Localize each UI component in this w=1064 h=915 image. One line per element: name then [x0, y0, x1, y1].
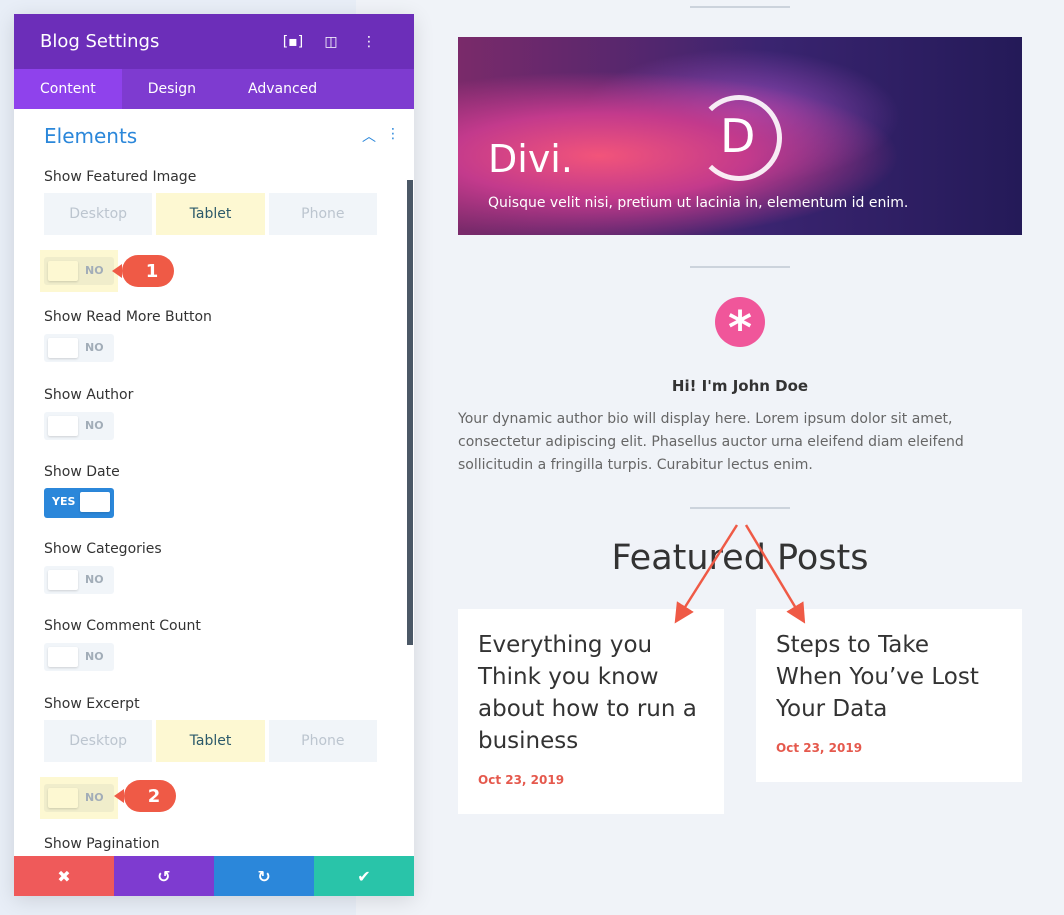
- callout-badge-1: 1: [112, 255, 174, 287]
- device-phone[interactable]: Phone: [268, 720, 377, 762]
- divider: [690, 266, 790, 268]
- tab-design[interactable]: Design: [122, 69, 222, 109]
- post-card[interactable]: Steps to Take When You’ve Lost Your Data…: [756, 609, 1022, 782]
- toggle-date[interactable]: YES: [44, 488, 114, 518]
- discard-button[interactable]: ✖: [14, 856, 114, 896]
- toggle-state: NO: [85, 264, 104, 277]
- device-tabs: Desktop Tablet Phone: [44, 720, 377, 762]
- panel-tabs: Content Design Advanced: [14, 69, 414, 109]
- device-tablet[interactable]: Tablet: [156, 193, 265, 235]
- more-options-icon[interactable]: ⋮: [350, 34, 388, 50]
- setting-label: Show Excerpt: [44, 696, 140, 712]
- highlight: NO: [40, 250, 118, 292]
- toggle-featured-image[interactable]: NO: [44, 257, 114, 285]
- section-options-icon[interactable]: ⋮: [386, 126, 400, 142]
- toggle-state: NO: [85, 791, 104, 804]
- toggle-state: NO: [85, 341, 104, 354]
- blog-settings-panel: Blog Settings [▪] ◫ ⋮ Content Design Adv…: [14, 14, 414, 896]
- toggle-state: NO: [85, 573, 104, 586]
- redo-icon: ↻: [257, 866, 271, 886]
- device-phone[interactable]: Phone: [268, 193, 377, 235]
- divi-logo-icon: D: [720, 109, 756, 163]
- setting-label: Show Pagination: [44, 836, 160, 852]
- device-tabs: Desktop Tablet Phone: [44, 193, 377, 235]
- asterisk-icon: *: [715, 297, 765, 355]
- device-desktop[interactable]: Desktop: [44, 720, 153, 762]
- hero-banner: D Divi. Quisque velit nisi, pretium ut l…: [458, 37, 1022, 235]
- fullscreen-icon[interactable]: [▪]: [274, 34, 312, 50]
- author-name: Hi! I'm John Doe: [671, 377, 809, 395]
- highlight: NO: [40, 777, 118, 819]
- section-title-elements[interactable]: Elements: [44, 124, 137, 148]
- post-title[interactable]: Everything you Think you know about how …: [478, 629, 704, 757]
- setting-label: Show Featured Image: [44, 169, 197, 185]
- panel-header: Blog Settings [▪] ◫ ⋮: [14, 14, 414, 69]
- toggle-author[interactable]: NO: [44, 412, 114, 440]
- divider: [690, 6, 790, 8]
- tab-content[interactable]: Content: [14, 69, 122, 109]
- toggle-read-more[interactable]: NO: [44, 334, 114, 362]
- author-bio: Your dynamic author bio will display her…: [458, 411, 964, 473]
- redo-button[interactable]: ↻: [214, 856, 314, 896]
- callout-badge-2: 2: [114, 780, 176, 812]
- setting-label: Show Date: [44, 464, 120, 480]
- split-view-icon[interactable]: ◫: [312, 34, 350, 50]
- close-icon: ✖: [57, 866, 71, 886]
- annotation-arrows: [674, 524, 806, 624]
- post-title[interactable]: Steps to Take When You’ve Lost Your Data: [776, 629, 1002, 725]
- panel-title: Blog Settings: [40, 31, 160, 52]
- toggle-state: NO: [85, 419, 104, 432]
- device-tablet[interactable]: Tablet: [156, 720, 265, 762]
- post-date: Oct 23, 2019: [776, 741, 863, 755]
- toggle-excerpt[interactable]: NO: [44, 784, 114, 812]
- setting-label: Show Comment Count: [44, 618, 201, 634]
- chevron-up-icon[interactable]: ︿: [362, 126, 376, 146]
- toggle-state: NO: [85, 650, 104, 663]
- hero-title: Divi.: [488, 137, 573, 181]
- undo-icon: ↺: [157, 866, 171, 886]
- hero-subtitle: Quisque velit nisi, pretium ut lacinia i…: [488, 195, 909, 211]
- divider: [690, 507, 790, 509]
- tab-advanced[interactable]: Advanced: [222, 69, 343, 109]
- toggle-categories[interactable]: NO: [44, 566, 114, 594]
- post-card[interactable]: Everything you Think you know about how …: [458, 609, 724, 814]
- device-desktop[interactable]: Desktop: [44, 193, 153, 235]
- scrollbar[interactable]: [407, 180, 413, 645]
- toggle-state: YES: [52, 495, 76, 508]
- undo-button[interactable]: ↺: [114, 856, 214, 896]
- post-date: Oct 23, 2019: [478, 773, 565, 787]
- setting-label: Show Read More Button: [44, 309, 212, 325]
- check-icon: ✔: [357, 866, 371, 886]
- setting-label: Show Author: [44, 387, 134, 403]
- panel-footer: ✖ ↺ ↻ ✔: [14, 856, 414, 896]
- save-button[interactable]: ✔: [314, 856, 414, 896]
- setting-label: Show Categories: [44, 541, 162, 557]
- toggle-comment-count[interactable]: NO: [44, 643, 114, 671]
